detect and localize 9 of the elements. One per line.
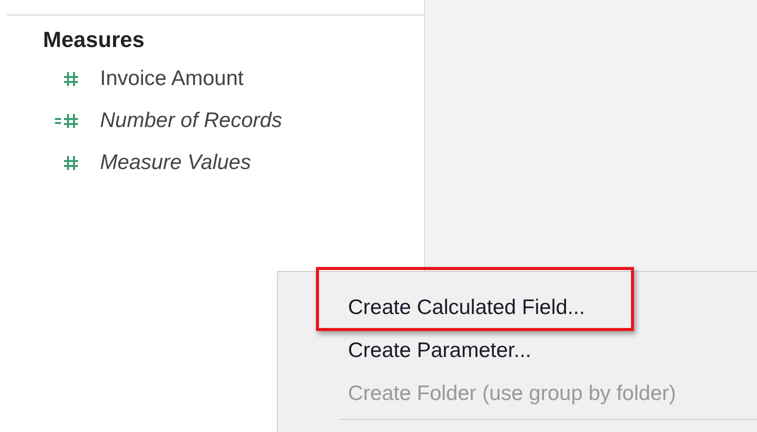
calculated-measure-icon xyxy=(54,112,80,130)
menu-item[interactable]: Create Calculated Field... xyxy=(348,292,585,324)
measure-icon xyxy=(62,70,80,88)
menu-item[interactable]: Create Parameter... xyxy=(348,334,532,366)
field-name[interactable]: Number of Records xyxy=(100,105,282,137)
field-name[interactable]: Invoice Amount xyxy=(100,63,244,95)
measure-icon xyxy=(62,154,80,172)
field-name[interactable]: Measure Values xyxy=(100,147,251,179)
section-title: Measures xyxy=(43,26,146,54)
